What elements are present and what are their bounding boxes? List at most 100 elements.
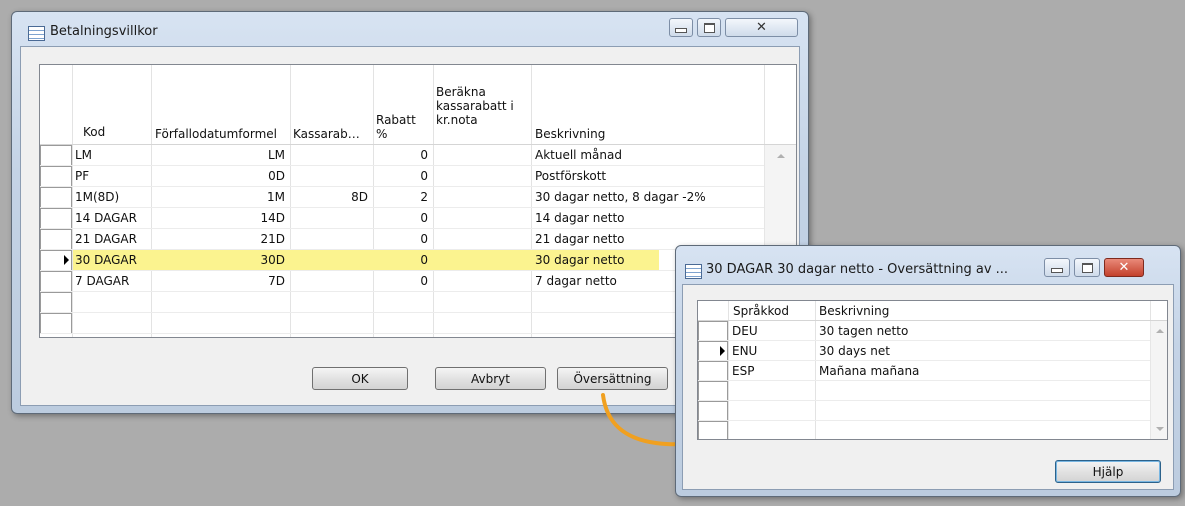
close-button[interactable]: ✕: [725, 18, 798, 37]
cell-rabatt[interactable]: 0: [373, 229, 428, 249]
cell-beskrivning[interactable]: 30 tagen netto: [819, 321, 908, 341]
column-header-kassarab[interactable]: Kassarab…: [293, 127, 360, 141]
cell-kod[interactable]: 14 DAGAR: [75, 208, 137, 228]
cancel-button[interactable]: Avbryt: [435, 367, 546, 390]
cell-beskrivning[interactable]: 7 dagar netto: [535, 271, 617, 291]
row-selector[interactable]: [698, 381, 728, 401]
row-selector[interactable]: [40, 166, 72, 187]
row-divider: [698, 400, 1167, 401]
row-selector[interactable]: [40, 187, 72, 208]
scroll-up-icon[interactable]: [1155, 329, 1164, 333]
row-selector[interactable]: [698, 401, 728, 421]
cell-rabatt[interactable]: 0: [373, 208, 428, 228]
cell-rabatt[interactable]: 0: [373, 166, 428, 186]
cell-kassarab[interactable]: 8D: [290, 187, 368, 207]
translation-window: 30 DAGAR 30 dagar netto - Översättning a…: [675, 245, 1181, 497]
row-selector[interactable]: [40, 229, 72, 250]
cell-kassarab[interactable]: [290, 166, 368, 186]
vertical-scrollbar[interactable]: [1150, 321, 1167, 439]
grid-column-divider: [72, 65, 73, 337]
translation-label: Översättning: [573, 371, 652, 386]
cell-rabatt[interactable]: 0: [373, 145, 428, 165]
help-button[interactable]: Hjälp: [1055, 460, 1161, 483]
scroll-down-icon[interactable]: [1155, 427, 1164, 431]
column-header-sprakkod[interactable]: Språkkod: [733, 304, 789, 318]
cell-beskrivning[interactable]: 30 days net: [819, 341, 890, 361]
cell-sprakkod[interactable]: ESP: [732, 361, 754, 381]
cell-kassarab[interactable]: [290, 250, 368, 270]
cell-rabatt[interactable]: 0: [373, 250, 428, 270]
close-icon: ✕: [1118, 260, 1130, 275]
grid-header-divider: [698, 320, 1167, 321]
scroll-up-icon[interactable]: [777, 154, 785, 158]
cell-beskrivning[interactable]: 30 dagar netto, 8 dagar -2%: [535, 187, 706, 207]
cell-beskrivning[interactable]: 14 dagar netto: [535, 208, 625, 228]
cell-formel[interactable]: 7D: [151, 271, 285, 291]
help-label: Hjälp: [1092, 464, 1124, 479]
row-selector[interactable]: [40, 208, 72, 229]
cell-sprakkod[interactable]: ENU: [732, 341, 757, 361]
cell-kassarab[interactable]: [290, 229, 368, 249]
current-row-arrow-icon: [720, 346, 725, 356]
row-selector[interactable]: [40, 271, 72, 292]
column-header-rabatt[interactable]: Rabatt %: [376, 113, 416, 141]
cell-kassarab[interactable]: [290, 145, 368, 165]
row-divider: [698, 360, 1167, 361]
grid-column-divider: [531, 65, 532, 337]
row-selector[interactable]: [698, 361, 728, 381]
translation-maximize-button[interactable]: [1074, 258, 1100, 277]
cell-formel[interactable]: 1M: [151, 187, 285, 207]
cell-beskrivning[interactable]: Mañana mañana: [819, 361, 919, 381]
current-row-arrow-icon: [64, 255, 69, 265]
translation-button[interactable]: Översättning: [557, 367, 668, 390]
bottom-strip: [0, 506, 1185, 510]
cell-rabatt[interactable]: 2: [373, 187, 428, 207]
cell-kod[interactable]: 1M(8D): [75, 187, 119, 207]
cell-kod[interactable]: LM: [75, 145, 92, 165]
cell-kod[interactable]: 21 DAGAR: [75, 229, 137, 249]
column-header-beskrivning[interactable]: Beskrivning: [535, 127, 605, 141]
cell-beskrivning[interactable]: Postförskott: [535, 166, 606, 186]
translation-client-area: Språkkod Beskrivning DEU 30 tagen netto ENU 3…: [682, 284, 1174, 490]
cell-formel[interactable]: 30D: [151, 250, 285, 270]
translation-title-bar[interactable]: 30 DAGAR 30 dagar netto - Översättning a…: [676, 246, 1180, 284]
row-divider: [698, 420, 1167, 421]
cell-kod[interactable]: PF: [75, 166, 89, 186]
row-selector[interactable]: [698, 321, 728, 341]
cell-rabatt[interactable]: 0: [373, 271, 428, 291]
column-header-kod[interactable]: Kod: [83, 125, 105, 139]
maximize-button[interactable]: [697, 18, 721, 37]
cell-formel[interactable]: 14D: [151, 208, 285, 228]
minimize-button[interactable]: [669, 18, 693, 37]
cell-beskrivning[interactable]: 21 dagar netto: [535, 229, 625, 249]
cell-kod[interactable]: 30 DAGAR: [75, 250, 137, 270]
cell-beskrivning[interactable]: 30 dagar netto: [535, 250, 625, 270]
title-bar[interactable]: Betalningsvillkor ✕: [12, 12, 808, 46]
translation-minimize-button[interactable]: [1044, 258, 1070, 277]
window-title: Betalningsvillkor: [50, 24, 158, 39]
cell-kassarab[interactable]: [290, 208, 368, 228]
row-selector[interactable]: [698, 421, 728, 439]
translation-close-button[interactable]: ✕: [1104, 258, 1144, 277]
row-selector[interactable]: [40, 145, 72, 166]
ok-button[interactable]: OK: [312, 367, 408, 390]
row-selector[interactable]: [40, 292, 72, 313]
close-icon: ✕: [756, 20, 767, 35]
cell-kassarab[interactable]: [290, 271, 368, 291]
column-header-beskrivning[interactable]: Beskrivning: [819, 304, 889, 318]
cell-formel[interactable]: 0D: [151, 166, 285, 186]
cell-formel[interactable]: LM: [151, 145, 285, 165]
translation-window-title: 30 DAGAR 30 dagar netto - Översättning a…: [706, 262, 1009, 277]
grid-column-divider: [815, 301, 816, 439]
cell-formel[interactable]: 21D: [151, 229, 285, 249]
cell-kod[interactable]: 7 DAGAR: [75, 271, 129, 291]
row-selector[interactable]: [40, 313, 72, 334]
cancel-label: Avbryt: [471, 371, 510, 386]
column-header-formel[interactable]: Förfallodatumformel: [155, 127, 277, 141]
cell-sprakkod[interactable]: DEU: [732, 321, 758, 341]
column-header-berakna[interactable]: Beräkna kassarabatt i kr.nota: [436, 85, 514, 127]
cell-beskrivning[interactable]: Aktuell månad: [535, 145, 622, 165]
translation-window-icon: [685, 264, 702, 279]
minimize-icon: [675, 28, 687, 33]
grid-column-divider: [728, 301, 729, 439]
